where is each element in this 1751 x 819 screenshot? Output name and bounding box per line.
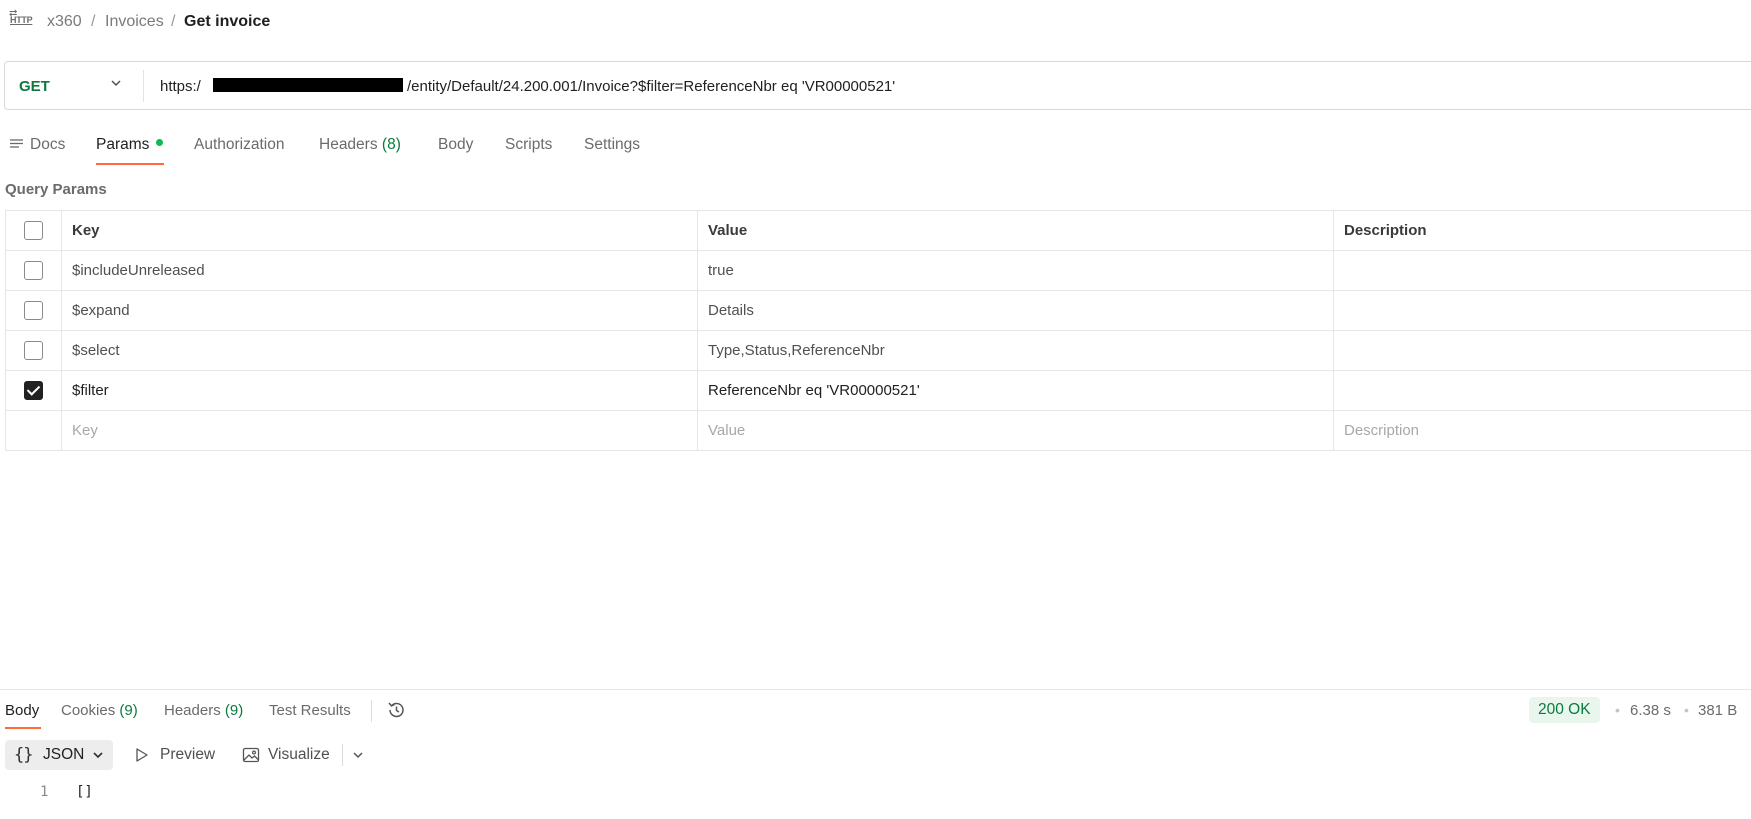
new-value-input[interactable]: Value — [697, 410, 1334, 451]
param-key[interactable]: $expand — [61, 290, 698, 331]
row-checkbox-cell — [5, 410, 62, 451]
response-tab-cookies[interactable]: Cookies (9) — [61, 702, 138, 719]
breadcrumb-separator: / — [171, 13, 176, 30]
new-description-input[interactable]: Description — [1333, 410, 1751, 451]
query-params-title: Query Params — [5, 181, 107, 198]
line-number: 1 — [40, 784, 49, 800]
select-all-checkbox[interactable] — [24, 221, 43, 240]
row-checkbox-cell — [5, 330, 62, 371]
param-description[interactable] — [1333, 250, 1751, 291]
format-label: JSON — [43, 746, 85, 763]
column-header-key: Key — [61, 210, 698, 251]
param-checkbox[interactable] — [24, 301, 43, 320]
active-tab-indicator — [96, 163, 164, 165]
response-time[interactable]: 6.38 s — [1630, 702, 1671, 719]
response-size[interactable]: 381 B — [1698, 702, 1737, 719]
response-tab-test-results[interactable]: Test Results — [269, 702, 351, 719]
param-checkbox-checked[interactable] — [24, 381, 43, 400]
tab-body[interactable]: Body — [438, 136, 473, 154]
tab-headers-label: Headers — [319, 136, 378, 153]
url-input[interactable]: /entity/Default/24.200.001/Invoice?$filt… — [407, 78, 895, 95]
param-value[interactable]: Type,Status,ReferenceNbr — [697, 330, 1334, 371]
response-tab-headers-count: (9) — [224, 702, 244, 719]
select-all-cell — [5, 210, 62, 251]
response-tab-cookies-label: Cookies — [61, 702, 116, 719]
breadcrumb-request-name[interactable]: Get invoice — [184, 13, 270, 31]
param-key[interactable]: $filter — [61, 370, 698, 411]
query-params-table: Key Value Description $includeUnreleased… — [5, 210, 1751, 451]
image-icon — [242, 747, 260, 763]
url-bar: GET https:/ /entity/Default/24.200.001/I… — [4, 61, 1751, 110]
params-active-dot — [156, 139, 164, 147]
breadcrumb-collection[interactable]: Invoices — [105, 13, 164, 31]
table-row: $includeUnreleased true — [5, 250, 1751, 291]
meta-separator: • — [1615, 702, 1620, 718]
tab-authorization[interactable]: Authorization — [194, 136, 284, 154]
param-description[interactable] — [1333, 370, 1751, 411]
table-row: $select Type,Status,ReferenceNbr — [5, 330, 1751, 371]
new-param-row: Key Value Description — [5, 410, 1751, 451]
breadcrumb-workspace[interactable]: x360 — [47, 13, 82, 31]
chevron-down-icon — [93, 752, 103, 759]
tab-scripts[interactable]: Scripts — [505, 136, 552, 154]
response-tab-headers-label: Headers — [164, 702, 221, 719]
status-badge[interactable]: 200 OK — [1529, 697, 1600, 723]
response-tab-body[interactable]: Body — [5, 702, 39, 719]
param-description[interactable] — [1333, 290, 1751, 331]
param-description[interactable] — [1333, 330, 1751, 371]
url-input-prefix[interactable]: https:/ — [160, 78, 201, 95]
braces-icon: {} — [14, 745, 34, 765]
table-row: $expand Details — [5, 290, 1751, 331]
tab-headers-count: (8) — [381, 136, 401, 153]
divider — [143, 70, 144, 102]
docs-icon — [10, 139, 23, 148]
param-checkbox[interactable] — [24, 261, 43, 280]
visualize-button[interactable]: Visualize — [268, 746, 330, 764]
table-header-row: Key Value Description — [5, 210, 1751, 251]
param-key[interactable]: $select — [61, 330, 698, 371]
param-value[interactable]: Details — [697, 290, 1334, 331]
param-value[interactable]: ReferenceNbr eq 'VR00000521' — [697, 370, 1334, 411]
divider — [371, 700, 372, 722]
row-checkbox-cell — [5, 290, 62, 331]
response-tab-cookies-count: (9) — [119, 702, 138, 719]
column-header-description: Description — [1333, 210, 1751, 251]
tab-docs[interactable]: Docs — [30, 136, 65, 154]
tab-params[interactable]: Params — [96, 136, 164, 154]
active-tab-indicator — [5, 727, 41, 729]
param-checkbox[interactable] — [24, 341, 43, 360]
row-checkbox-cell — [5, 250, 62, 291]
chevron-down-icon[interactable] — [351, 748, 365, 762]
table-row: $filter ReferenceNbr eq 'VR00000521' — [5, 370, 1751, 411]
method-select[interactable]: GET — [19, 78, 50, 95]
meta-separator: • — [1684, 702, 1689, 718]
response-tab-headers[interactable]: Headers (9) — [164, 702, 243, 719]
preview-button[interactable]: Preview — [160, 746, 215, 764]
format-select[interactable]: {} JSON — [5, 740, 113, 770]
tab-settings[interactable]: Settings — [584, 136, 640, 154]
chevron-down-icon[interactable] — [109, 76, 123, 90]
http-request-icon: ⇄ HTTP — [9, 8, 33, 25]
divider — [342, 744, 343, 766]
column-header-value: Value — [697, 210, 1334, 251]
param-key[interactable]: $includeUnreleased — [61, 250, 698, 291]
redacted-host — [213, 78, 403, 92]
play-icon — [136, 748, 148, 762]
response-divider — [0, 689, 1751, 690]
param-value[interactable]: true — [697, 250, 1334, 291]
breadcrumb-separator: / — [91, 13, 96, 30]
history-icon[interactable] — [386, 700, 406, 720]
tab-headers[interactable]: Headers (8) — [319, 136, 401, 154]
row-checkbox-cell — [5, 370, 62, 411]
new-key-input[interactable]: Key — [61, 410, 698, 451]
response-body-content[interactable]: [] — [76, 784, 93, 800]
tab-params-label: Params — [96, 136, 150, 153]
